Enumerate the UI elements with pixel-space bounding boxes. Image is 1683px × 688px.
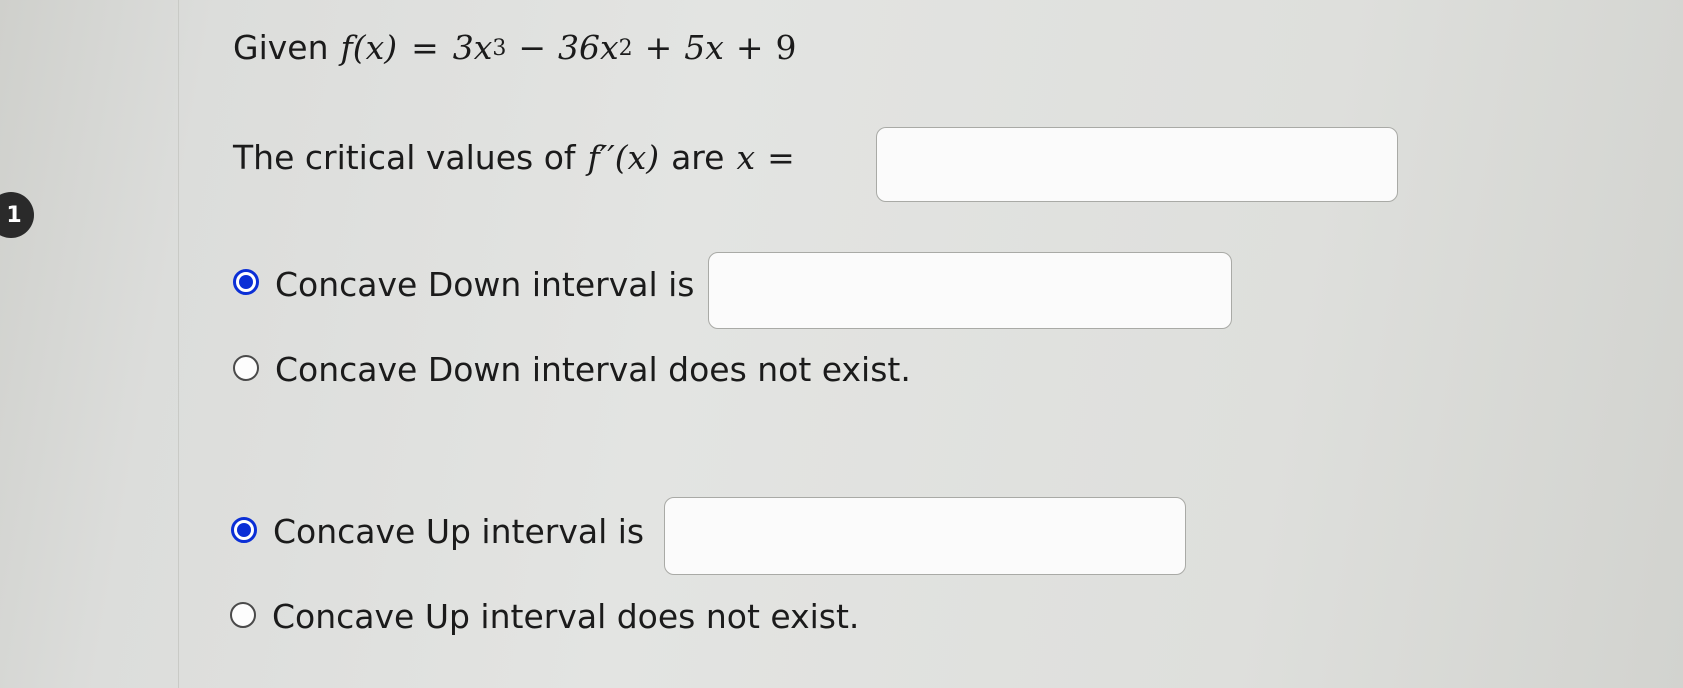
- term-linear: 5x: [684, 28, 724, 67]
- concave-down-none-radio[interactable]: [233, 355, 259, 381]
- question-number-badge: 1: [0, 192, 34, 238]
- critical-values-input[interactable]: [876, 127, 1398, 202]
- concave-down-interval-radio[interactable]: [233, 269, 259, 295]
- second-derivative: f′′(x): [587, 138, 660, 177]
- concave-down-interval-label: Concave Down interval is: [275, 265, 695, 304]
- critical-equals: =: [767, 138, 795, 177]
- plus-sign-1: +: [644, 28, 673, 67]
- critical-prefix: The critical values of: [233, 138, 576, 177]
- term-cubic: 3x: [452, 28, 493, 67]
- concave-down-none-label: Concave Down interval does not exist.: [275, 350, 911, 389]
- concave-down-interval-input[interactable]: [708, 252, 1232, 329]
- concave-up-none-label: Concave Up interval does not exist.: [272, 597, 860, 636]
- equals-sign: =: [411, 28, 439, 67]
- term-cubic-exponent: 3: [492, 36, 507, 61]
- concave-up-interval-radio[interactable]: [231, 517, 257, 543]
- critical-values-line: The critical values of f′′(x) are x =: [233, 138, 795, 177]
- panel-divider: [178, 0, 179, 688]
- term-quadratic: 36x: [558, 28, 619, 67]
- concave-up-interval-label: Concave Up interval is: [273, 512, 645, 551]
- given-function-line: Given f(x) = 3x 3 − 36x 2 + 5x + 9: [233, 28, 797, 67]
- term-quadratic-exponent: 2: [618, 36, 633, 61]
- minus-sign: −: [518, 28, 546, 67]
- given-prefix: Given: [233, 28, 329, 67]
- term-constant: 9: [775, 28, 797, 67]
- concave-up-none-radio[interactable]: [230, 602, 256, 628]
- critical-mid: are: [671, 138, 725, 177]
- concave-up-interval-input[interactable]: [664, 497, 1186, 575]
- plus-sign-2: +: [735, 28, 764, 67]
- function-lhs: f(x): [340, 28, 398, 67]
- critical-variable: x: [736, 138, 756, 177]
